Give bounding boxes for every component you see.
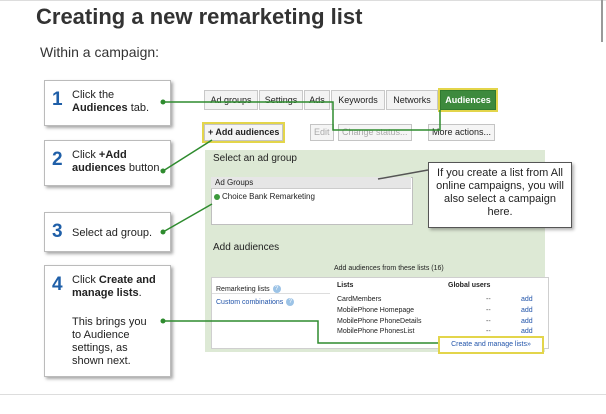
bottom-divider — [0, 394, 606, 395]
connector-dot — [160, 229, 166, 235]
connector-dot — [160, 168, 166, 174]
connector-step-4 — [163, 320, 438, 344]
connector-dot — [160, 99, 166, 105]
connector-step-3 — [162, 203, 213, 233]
connector-lines — [160, 99, 441, 344]
connector-dot — [160, 318, 166, 324]
callout-pointer — [377, 169, 429, 180]
connector-step-1 — [163, 101, 441, 131]
connector-step-2 — [162, 139, 213, 172]
